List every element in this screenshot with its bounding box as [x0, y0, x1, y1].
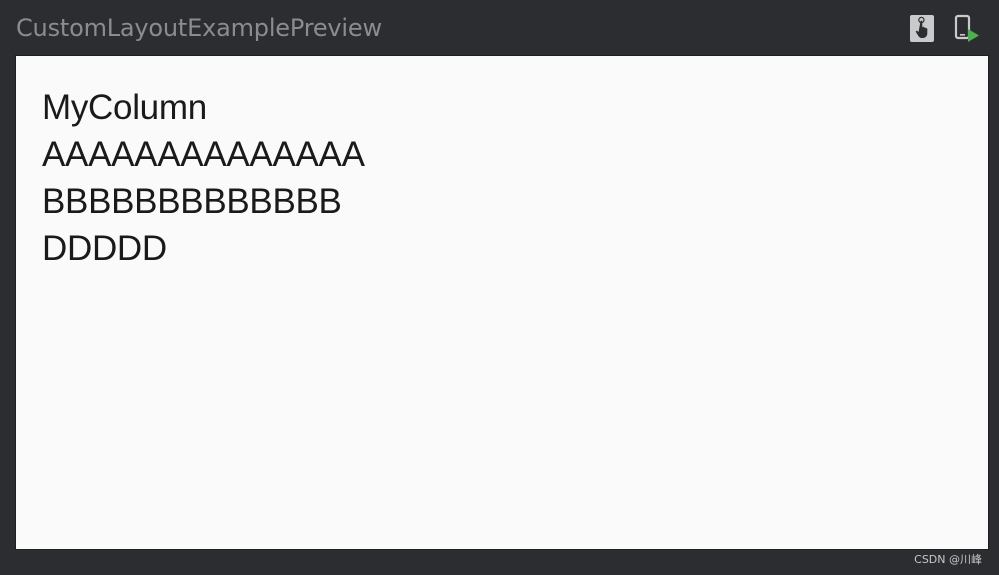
preview-header: CustomLayoutExamplePreview [0, 0, 999, 55]
interactive-mode-button[interactable] [907, 12, 937, 44]
deploy-preview-button[interactable] [951, 12, 981, 44]
preview-canvas: MyColumn AAAAAAAAAAAAAA BBBBBBBBBBBBB DD… [15, 55, 989, 550]
column-item-mycolumn: MyColumn [42, 88, 207, 127]
column-item-b: BBBBBBBBBBBBB [42, 182, 342, 221]
column-item-a: AAAAAAAAAAAAAA [42, 135, 365, 174]
compose-preview-window: CustomLayoutExamplePreview MyColumn AAAA… [0, 0, 999, 575]
my-column: MyColumn AAAAAAAAAAAAAA BBBBBBBBBBBBB DD… [42, 84, 365, 272]
column-item-d: DDDDD [42, 229, 167, 268]
hand-pointer-icon [910, 15, 934, 42]
device-run-icon [954, 14, 979, 42]
preview-title: CustomLayoutExamplePreview [16, 14, 382, 42]
watermark: CSDN @川峰 [914, 553, 982, 566]
